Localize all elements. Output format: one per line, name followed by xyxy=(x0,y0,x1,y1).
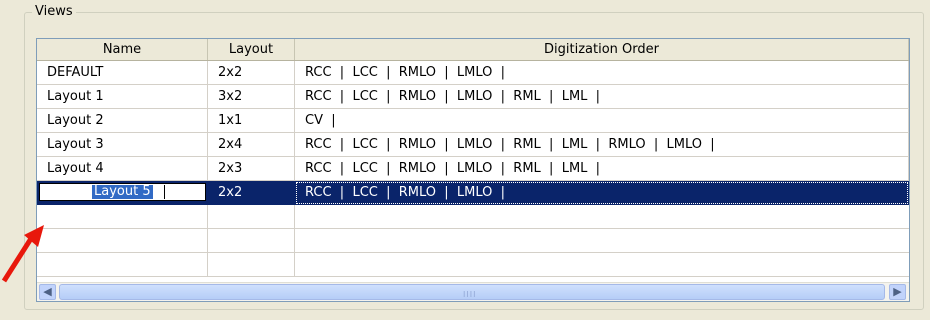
row-order-cell[interactable]: RCC | LCC | RMLO | LMLO | RML | LML | xyxy=(295,85,909,109)
scroll-left-icon[interactable]: ◀ xyxy=(39,284,56,300)
empty-cell xyxy=(295,253,909,277)
empty-cell xyxy=(295,205,909,229)
table-row[interactable]: Layout 1 3x2 RCC | LCC | RMLO | LMLO | R… xyxy=(37,85,909,109)
empty-cell xyxy=(208,205,295,229)
empty-cell xyxy=(208,253,295,277)
row-name-cell[interactable]: Layout 1 xyxy=(37,85,208,109)
row-order-cell[interactable]: RCC | LCC | RMLO | LMLO | RML | LML | RM… xyxy=(295,133,909,157)
text-caret xyxy=(164,185,165,199)
views-group-title: Views xyxy=(32,4,76,20)
column-header-digitization-order[interactable]: Digitization Order xyxy=(295,39,909,60)
table-row[interactable]: Layout 2 1x1 CV | xyxy=(37,109,909,133)
row-name-edit-field[interactable]: Layout 5 xyxy=(39,183,206,201)
table-row[interactable]: Layout 4 2x3 RCC | LCC | RMLO | LMLO | R… xyxy=(37,157,909,181)
row-name-cell[interactable]: DEFAULT xyxy=(37,61,208,85)
empty-cell xyxy=(295,229,909,253)
row-name-cell[interactable]: Layout 3 xyxy=(37,133,208,157)
row-layout-cell[interactable]: 2x4 xyxy=(208,133,295,157)
table-row[interactable]: DEFAULT 2x2 RCC | LCC | RMLO | LMLO | xyxy=(37,61,909,85)
row-layout-cell[interactable]: 2x2 xyxy=(208,181,295,205)
row-order-cell[interactable]: RCC | LCC | RMLO | LMLO | RML | LML | xyxy=(295,157,909,181)
empty-cell xyxy=(37,229,208,253)
row-layout-cell[interactable]: 2x3 xyxy=(208,157,295,181)
scrollbar-grip: IIII xyxy=(463,290,477,299)
scrollbar-thumb[interactable]: IIII xyxy=(59,284,885,300)
empty-cell xyxy=(37,253,208,277)
column-header-name[interactable]: Name xyxy=(37,39,208,60)
red-arrow-icon xyxy=(1,225,44,283)
column-header-layout[interactable]: Layout xyxy=(208,39,295,60)
row-name-cell[interactable]: Layout 2 xyxy=(37,109,208,133)
row-order-cell[interactable]: CV | xyxy=(295,109,909,133)
scroll-right-icon[interactable]: ▶ xyxy=(889,284,906,300)
row-layout-cell[interactable]: 3x2 xyxy=(208,85,295,109)
empty-row xyxy=(37,205,909,229)
row-order-cell[interactable]: RCC | LCC | RMLO | LMLO | xyxy=(295,61,909,85)
empty-cell xyxy=(208,229,295,253)
row-layout-cell[interactable]: 2x2 xyxy=(208,61,295,85)
views-grid[interactable]: Name Layout Digitization Order DEFAULT 2… xyxy=(36,38,910,302)
row-name-edit-text[interactable]: Layout 5 xyxy=(92,185,153,199)
row-order-cell[interactable]: RCC | LCC | RMLO | LMLO | xyxy=(295,181,909,205)
row-name-cell[interactable]: Layout 5 xyxy=(37,181,208,205)
empty-row xyxy=(37,229,909,253)
empty-cell xyxy=(37,205,208,229)
table-row-selected[interactable]: Layout 5 2x2 RCC | LCC | RMLO | LMLO | xyxy=(37,181,909,205)
row-layout-cell[interactable]: 1x1 xyxy=(208,109,295,133)
empty-row xyxy=(37,253,909,277)
grid-header: Name Layout Digitization Order xyxy=(37,39,909,61)
table-row[interactable]: Layout 3 2x4 RCC | LCC | RMLO | LMLO | R… xyxy=(37,133,909,157)
row-name-cell[interactable]: Layout 4 xyxy=(37,157,208,181)
horizontal-scrollbar[interactable]: ◀ IIII ▶ xyxy=(37,282,909,301)
